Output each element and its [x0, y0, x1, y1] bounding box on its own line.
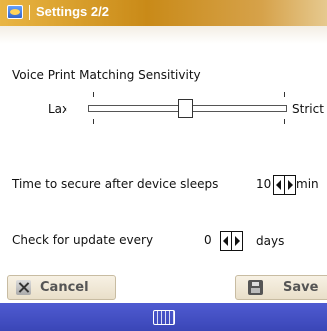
title-bar: Settings 2/2: [0, 0, 327, 26]
decrement-arrow-icon[interactable]: [221, 232, 231, 250]
save-button-label: Save: [283, 280, 319, 295]
bottom-bar: [0, 303, 327, 331]
slider-min-label: Lax: [48, 102, 70, 116]
increment-arrow-icon[interactable]: [284, 176, 295, 194]
update-check-spinner[interactable]: [220, 231, 243, 251]
secure-after-sleep-unit: min: [296, 177, 319, 191]
update-check-unit: days: [256, 234, 285, 248]
save-icon: [248, 280, 263, 295]
save-button[interactable]: Save: [235, 275, 327, 300]
close-icon: [16, 280, 31, 295]
slider-tick: [93, 119, 94, 124]
update-check-label: Check for update every: [12, 233, 154, 247]
secure-after-sleep-spinner[interactable]: [273, 175, 296, 195]
settings-app-icon[interactable]: [7, 5, 23, 19]
keyboard-icon[interactable]: [153, 310, 175, 325]
increment-arrow-icon[interactable]: [231, 232, 242, 250]
slider-tick: [284, 92, 285, 97]
update-check-value[interactable]: 0: [204, 233, 212, 247]
voice-print-heading: Voice Print Matching Sensitivity: [12, 68, 201, 82]
slider-tick: [284, 119, 285, 124]
title-separator: [29, 5, 30, 20]
cancel-button-label: Cancel: [40, 280, 89, 295]
slider-max-label: Strict: [292, 102, 324, 116]
cancel-button[interactable]: Cancel: [7, 275, 116, 300]
secure-after-sleep-value[interactable]: 10: [256, 177, 271, 191]
decrement-arrow-icon[interactable]: [274, 176, 284, 194]
title-fade: [0, 26, 327, 44]
secure-after-sleep-label: Time to secure after device sleeps: [12, 177, 219, 191]
slider-thumb[interactable]: [178, 99, 193, 118]
window-title: Settings 2/2: [36, 4, 109, 19]
slider-tick: [93, 92, 94, 97]
